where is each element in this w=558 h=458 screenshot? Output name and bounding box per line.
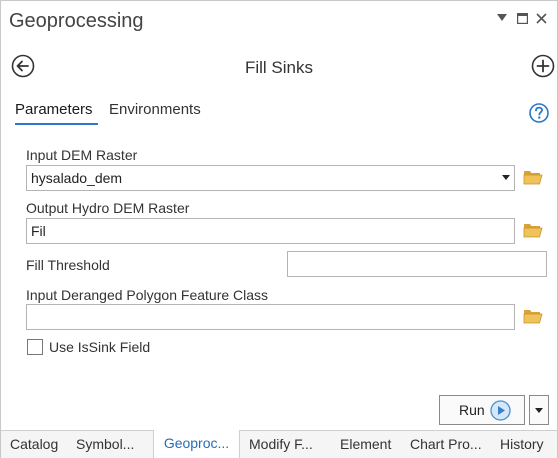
input-dem-dropdown[interactable]: hysalado_dem bbox=[26, 165, 515, 191]
bottom-tab-chart-properties[interactable]: Chart Pro... bbox=[408, 431, 484, 458]
input-dem-label: Input DEM Raster bbox=[26, 147, 138, 163]
bottom-tab-symbology[interactable]: Symbol... bbox=[74, 431, 136, 458]
run-button[interactable]: Run bbox=[439, 395, 525, 425]
run-label: Run bbox=[459, 402, 485, 418]
bottom-tab-bar: Catalog Symbol... Geoproc... Modify F...… bbox=[1, 430, 557, 458]
play-icon bbox=[490, 400, 511, 421]
pane-titlebar: Geoprocessing bbox=[1, 1, 557, 43]
output-dem-label: Output Hydro DEM Raster bbox=[26, 200, 190, 216]
deranged-polygon-input[interactable] bbox=[26, 304, 515, 330]
chevron-down-icon bbox=[535, 408, 543, 413]
folder-icon[interactable] bbox=[523, 222, 543, 238]
bottom-tab-history[interactable]: History bbox=[498, 431, 546, 458]
fill-threshold-label: Fill Threshold bbox=[26, 257, 110, 273]
bottom-tab-geoprocessing[interactable]: Geoproc... bbox=[153, 430, 240, 458]
use-issink-checkbox[interactable] bbox=[27, 339, 43, 355]
pin-icon[interactable] bbox=[495, 11, 509, 25]
help-icon[interactable] bbox=[529, 103, 549, 123]
folder-icon[interactable] bbox=[523, 169, 543, 185]
active-tab-indicator bbox=[15, 123, 98, 125]
restore-icon[interactable] bbox=[515, 11, 529, 25]
pane-title: Geoprocessing bbox=[9, 10, 144, 32]
tool-title: Fill Sinks bbox=[244, 58, 313, 77]
run-options-dropdown[interactable] bbox=[529, 395, 549, 425]
deranged-polygon-label: Input Deranged Polygon Feature Class bbox=[26, 287, 269, 303]
close-icon[interactable] bbox=[534, 11, 548, 25]
output-dem-input[interactable]: Fil bbox=[26, 218, 515, 244]
chevron-down-icon[interactable] bbox=[502, 175, 510, 180]
folder-icon[interactable] bbox=[523, 308, 543, 324]
geoprocessing-pane: Geoprocessing Fill Sinks Parameters Envi… bbox=[0, 0, 558, 458]
fill-threshold-input[interactable] bbox=[287, 251, 547, 277]
output-dem-value: Fil bbox=[31, 223, 46, 239]
add-icon[interactable] bbox=[531, 54, 555, 78]
bottom-tab-element[interactable]: Element bbox=[338, 431, 393, 458]
bottom-tab-modify-features[interactable]: Modify F... bbox=[247, 431, 315, 458]
tool-header: Fill Sinks bbox=[1, 49, 557, 85]
tab-parameters[interactable]: Parameters bbox=[15, 101, 93, 118]
input-dem-value: hysalado_dem bbox=[31, 170, 123, 186]
use-issink-label: Use IsSink Field bbox=[49, 339, 151, 355]
bottom-tab-catalog[interactable]: Catalog bbox=[8, 431, 60, 458]
tab-environments[interactable]: Environments bbox=[109, 101, 201, 118]
